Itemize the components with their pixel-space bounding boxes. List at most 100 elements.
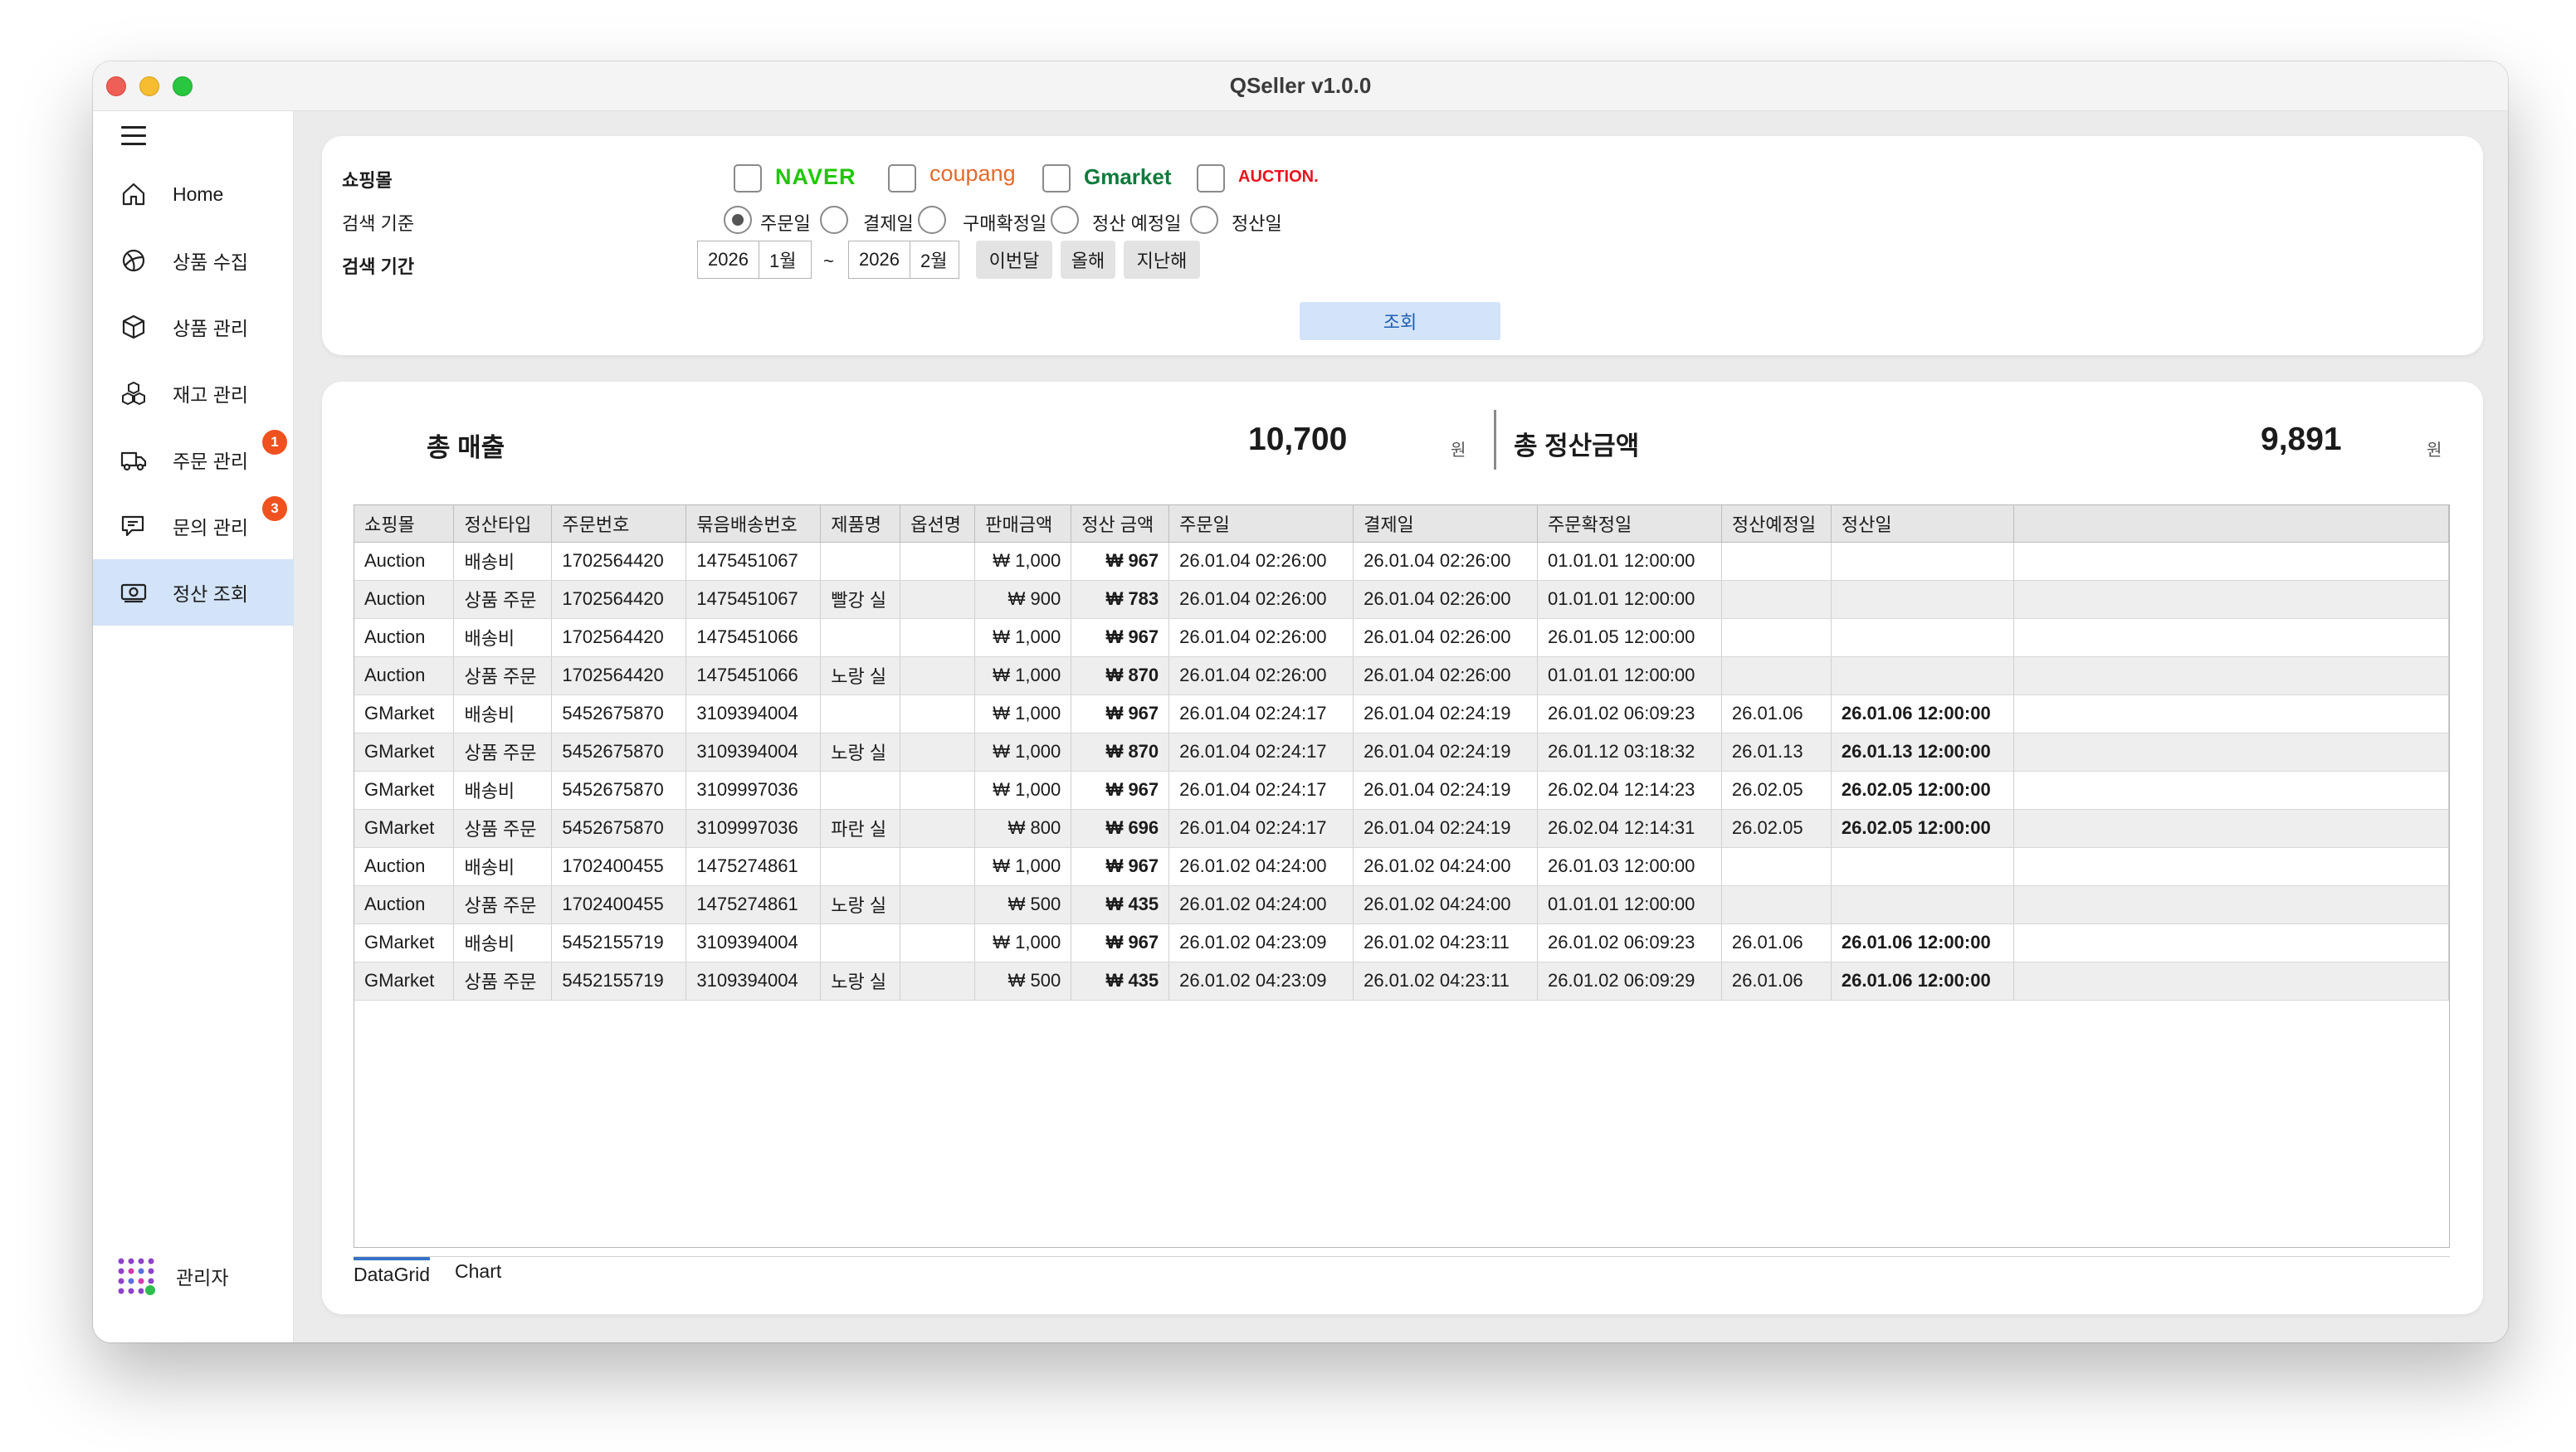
table-cell: 5452675870 <box>551 733 687 772</box>
sidebar-item-orders[interactable]: 주문 관리 1 <box>93 426 294 493</box>
sidebar-item-inventory[interactable]: 재고 관리 <box>93 360 294 426</box>
admin-profile[interactable]: 관리자 <box>116 1256 228 1297</box>
table-cell: 01.01.01 12:00:00 <box>1537 580 1722 619</box>
auction-checkbox[interactable] <box>1197 164 1225 192</box>
avatar <box>116 1256 157 1297</box>
this-month-button[interactable]: 이번달 <box>976 241 1052 279</box>
auction-logo: AUCTION. <box>1238 168 1319 186</box>
total-sales-unit: 원 <box>1451 441 1466 460</box>
tab-datagrid[interactable]: DataGrid <box>354 1257 431 1289</box>
mall-label: 쇼핑몰 <box>342 170 393 191</box>
column-header[interactable]: 주문확정일 <box>1537 505 1722 543</box>
main-content: 쇼핑몰 NAVER coupang Gmarket AUCTION. 검색 기준… <box>294 111 2508 1342</box>
table-cell: 26.01.04 02:24:17 <box>1168 733 1354 772</box>
table-cell: ₩ 1,000 <box>974 618 1072 657</box>
settlement-data-grid[interactable]: 쇼핑몰 정산타입 주문번호 묶음배송번호 제품명 옵션명 판매금액 정산 금액 주문일 결제일 주문… <box>354 504 2450 1248</box>
to-month[interactable]: 2월 <box>909 241 959 278</box>
from-year[interactable]: 2026 <box>698 241 759 278</box>
table-row[interactable]: Auction 배송비 1702564420 1475451066 ₩ 1,000 ₩ 9… <box>354 618 2449 657</box>
sidebar-item-product-manage[interactable]: 상품 관리 <box>93 294 294 360</box>
table-row[interactable]: Auction 상품 주문 1702564420 1475451067 빨강 실 ₩ 90… <box>354 580 2449 619</box>
column-header[interactable]: 묶음배송번호 <box>685 505 822 543</box>
basis-radio-confirm-date[interactable] <box>918 206 946 234</box>
table-row[interactable]: GMarket 상품 주문 5452675870 3109394004 노랑 실 ₩ 1,… <box>354 733 2449 772</box>
column-header[interactable]: 제품명 <box>820 505 901 543</box>
table-cell: 26.02.05 <box>1721 771 1832 810</box>
table-row[interactable]: GMarket 배송비 5452155719 3109394004 ₩ 1,000 ₩ 9… <box>354 923 2449 962</box>
from-date-picker[interactable]: 2026 1월 <box>697 241 812 279</box>
table-row[interactable]: Auction 배송비 1702564420 1475451067 ₩ 1,000 ₩ 9… <box>354 542 2449 581</box>
table-row[interactable]: Auction 배송비 1702400455 1475274861 ₩ 1,000 ₩ 9… <box>354 847 2449 886</box>
table-cell: 01.01.01 12:00:00 <box>1537 885 1722 924</box>
column-header[interactable]: 정산예정일 <box>1721 505 1832 543</box>
globe-icon <box>118 245 149 276</box>
naver-logo: NAVER <box>775 164 856 189</box>
column-header[interactable]: 결제일 <box>1353 505 1538 543</box>
column-header[interactable]: 정산 금액 <box>1071 505 1170 543</box>
table-cell: 1702400455 <box>551 885 687 924</box>
basis-radio-settle-date[interactable] <box>1190 206 1218 234</box>
table-row[interactable]: GMarket 배송비 5452675870 3109394004 ₩ 1,000 ₩ 9… <box>354 694 2449 733</box>
settlement-table: 쇼핑몰 정산타입 주문번호 묶음배송번호 제품명 옵션명 판매금액 정산 금액 주문일 결제일 주문… <box>354 505 2449 1001</box>
sidebar-item-home[interactable]: Home <box>93 161 294 227</box>
table-cell: 26.01.06 12:00:00 <box>1831 923 2014 962</box>
table-cell: 3109394004 <box>685 923 822 962</box>
table-cell-filler <box>2013 809 2449 848</box>
naver-checkbox[interactable] <box>734 164 762 192</box>
table-cell: ₩ 1,000 <box>974 656 1072 695</box>
table-cell: GMarket <box>354 809 455 848</box>
table-cell: 26.01.12 03:18:32 <box>1537 733 1722 772</box>
column-header[interactable]: 정산타입 <box>453 505 553 543</box>
table-cell: 5452675870 <box>551 694 687 733</box>
to-date-picker[interactable]: 2026 2월 <box>848 241 960 279</box>
menu-icon[interactable] <box>121 126 146 146</box>
table-row[interactable]: Auction 상품 주문 1702564420 1475451066 노랑 실 ₩ 1,… <box>354 656 2449 695</box>
table-cell: ₩ 967 <box>1071 847 1170 886</box>
close-button[interactable] <box>106 76 126 96</box>
table-row[interactable]: Auction 상품 주문 1702400455 1475274861 노랑 실 ₩ 50… <box>354 885 2449 924</box>
table-cell: ₩ 967 <box>1071 923 1170 962</box>
zoom-button[interactable] <box>173 76 193 96</box>
table-row[interactable]: GMarket 상품 주문 5452155719 3109394004 노랑 실 ₩ 50… <box>354 962 2449 1001</box>
sidebar-item-label: 주문 관리 <box>173 451 249 472</box>
basis-radio-payment-date[interactable] <box>820 206 848 234</box>
table-cell: GMarket <box>354 694 455 733</box>
table-cell: Auction <box>354 847 455 886</box>
table-row[interactable]: GMarket 상품 주문 5452675870 3109997036 파란 실 ₩ 80… <box>354 809 2449 848</box>
table-cell <box>820 771 901 810</box>
search-button[interactable]: 조회 <box>1300 302 1500 340</box>
this-year-button[interactable]: 올해 <box>1061 241 1115 279</box>
column-header[interactable]: 쇼핑몰 <box>354 505 455 543</box>
table-row[interactable]: GMarket 배송비 5452675870 3109997036 ₩ 1,000 ₩ 9… <box>354 771 2449 810</box>
table-cell-filler <box>2013 618 2449 657</box>
table-cell: 상품 주문 <box>453 580 553 619</box>
sidebar-item-inquiries[interactable]: 문의 관리 3 <box>93 493 294 559</box>
table-cell: 26.01.04 02:26:00 <box>1353 542 1538 581</box>
column-header[interactable]: 옵션명 <box>900 505 976 543</box>
tab-chart[interactable]: Chart <box>455 1260 501 1286</box>
from-month[interactable]: 1월 <box>758 241 811 278</box>
table-cell <box>900 733 976 772</box>
table-cell <box>1721 656 1832 695</box>
last-year-button[interactable]: 지난해 <box>1124 241 1200 279</box>
column-header[interactable]: 판매금액 <box>974 505 1072 543</box>
minimize-button[interactable] <box>139 76 159 96</box>
table-cell: 상품 주문 <box>453 885 553 924</box>
column-header[interactable]: 주문번호 <box>551 505 687 543</box>
table-cell <box>900 580 976 619</box>
table-cell: GMarket <box>354 771 455 810</box>
table-cell <box>1831 656 2014 695</box>
column-header[interactable]: 정산일 <box>1831 505 2014 543</box>
column-header[interactable]: 주문일 <box>1168 505 1354 543</box>
radio-label: 정산 예정일 <box>1092 213 1182 234</box>
sidebar-item-product-collect[interactable]: 상품 수집 <box>93 227 294 294</box>
gmarket-checkbox[interactable] <box>1042 164 1071 192</box>
table-cell: Auction <box>354 656 455 695</box>
app-window: QSeller v1.0.0 Home 상품 수집 상품 관리 재고 관리 주문… <box>93 61 2508 1342</box>
basis-radio-expected-date[interactable] <box>1051 206 1079 234</box>
basis-radio-order-date[interactable] <box>724 206 752 234</box>
coupang-checkbox[interactable] <box>888 164 916 192</box>
sidebar-item-settlement[interactable]: 정산 조회 <box>93 559 294 626</box>
range-tilde: ~ <box>823 251 834 271</box>
to-year[interactable]: 2026 <box>849 241 910 278</box>
